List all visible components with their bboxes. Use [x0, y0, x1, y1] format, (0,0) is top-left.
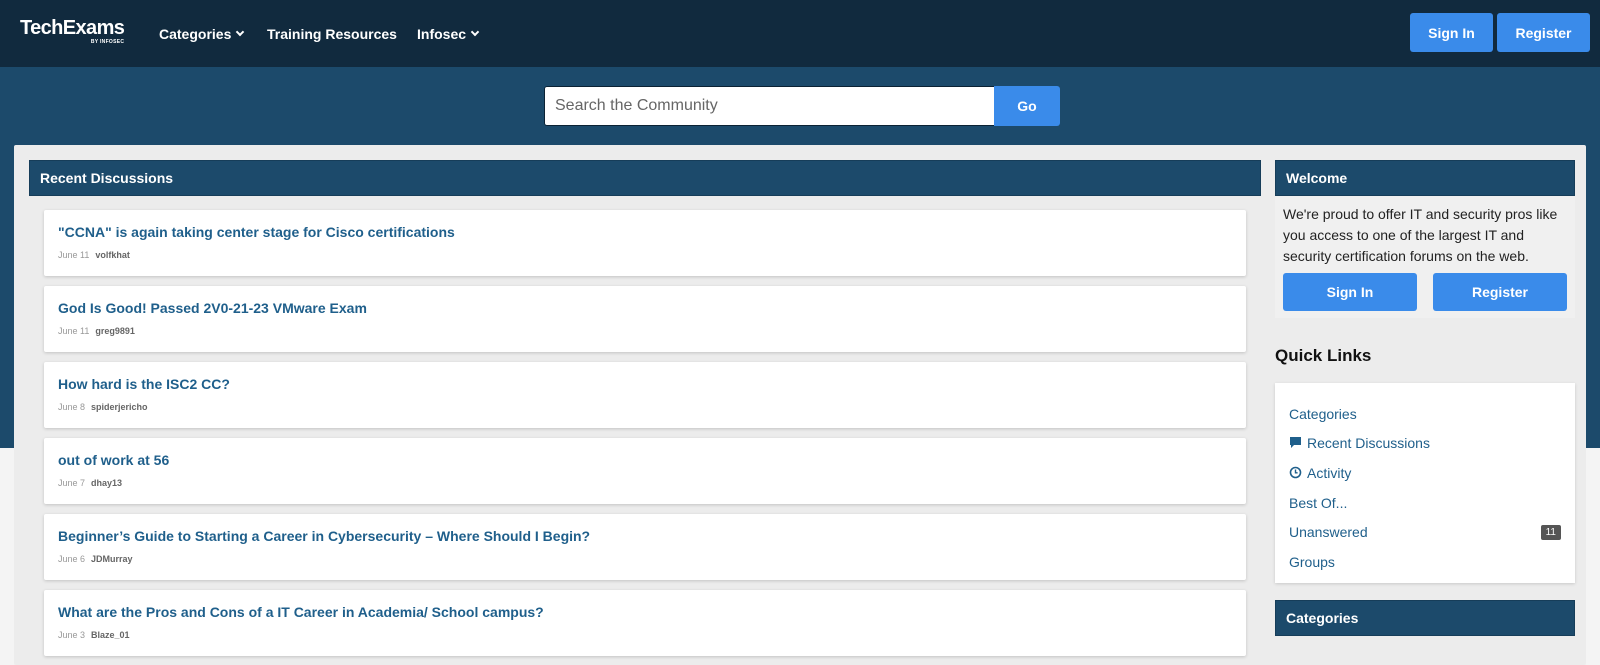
discussion-item[interactable]: What are the Pros and Cons of a IT Caree…: [44, 590, 1246, 656]
sign-in-button[interactable]: Sign In: [1410, 13, 1493, 52]
quick-links-title: Quick Links: [1275, 346, 1372, 365]
discussion-title-link[interactable]: out of work at 56: [58, 452, 169, 468]
logo-text: TechExams: [20, 17, 125, 39]
discussion-item[interactable]: God Is Good! Passed 2V0-21-23 VMware Exa…: [44, 286, 1246, 352]
clock-icon: [1289, 466, 1303, 480]
welcome-panel: Welcome We're proud to offer IT and secu…: [1275, 160, 1575, 318]
search-bar: Go: [544, 86, 1060, 126]
quick-link-recent-discussions[interactable]: Recent Discussions: [1275, 429, 1575, 459]
quick-links-panel: Categories Recent Discussions Activity B…: [1275, 383, 1575, 583]
discussion-author[interactable]: dhay13: [91, 478, 122, 488]
discussion-title-link[interactable]: God Is Good! Passed 2V0-21-23 VMware Exa…: [58, 300, 367, 316]
discussion-date: June 11: [58, 250, 90, 260]
discussion-author[interactable]: volfkhat: [95, 250, 130, 260]
welcome-buttons: Sign In Register: [1283, 273, 1567, 311]
chevron-down-icon: [470, 27, 480, 36]
discussion-meta: June 6 JDMurray: [58, 554, 133, 564]
discussion-author[interactable]: JDMurray: [91, 554, 133, 564]
welcome-header: Welcome: [1275, 160, 1575, 196]
quick-link-unanswered[interactable]: Unanswered 11: [1275, 517, 1575, 547]
quick-link-activity[interactable]: Activity: [1275, 458, 1575, 488]
discussion-date: June 7: [58, 478, 86, 488]
categories-header: Categories: [1275, 600, 1575, 636]
discussion-author[interactable]: spiderjericho: [91, 402, 148, 412]
techexams-logo[interactable]: TechExams BY INFOSEC: [20, 17, 125, 45]
discussion-date: June 11: [58, 326, 90, 336]
discussion-date: June 8: [58, 402, 86, 412]
categories-panel: Categories: [1275, 600, 1575, 660]
welcome-body: We're proud to offer IT and security pro…: [1275, 196, 1575, 318]
recent-discussions-panel: Recent Discussions "CCNA" is again takin…: [29, 160, 1261, 660]
logo-subtext: BY INFOSEC: [90, 39, 125, 45]
recent-discussions-header: Recent Discussions: [29, 160, 1261, 196]
discussion-item[interactable]: out of work at 56 June 7 dhay13: [44, 438, 1246, 504]
discussion-title-link[interactable]: Beginner’s Guide to Starting a Career in…: [58, 528, 590, 544]
discussion-meta: June 7 dhay13: [58, 478, 122, 488]
welcome-register-button[interactable]: Register: [1433, 273, 1567, 311]
quick-link-label: Groups: [1289, 553, 1335, 570]
discussion-title-link[interactable]: What are the Pros and Cons of a IT Caree…: [58, 604, 544, 620]
discussion-title-link[interactable]: How hard is the ISC2 CC?: [58, 376, 230, 392]
quick-link-categories[interactable]: Categories: [1275, 399, 1575, 429]
top-navbar: TechExams BY INFOSEC Categories Training…: [0, 0, 1600, 67]
discussion-date: June 3: [58, 630, 86, 640]
quick-link-label: Categories: [1289, 405, 1357, 422]
comment-icon: [1289, 436, 1303, 450]
discussion-date: June 6: [58, 554, 86, 564]
welcome-sign-in-button[interactable]: Sign In: [1283, 273, 1417, 311]
discussion-meta: June 11 greg9891: [58, 326, 135, 336]
discussion-meta: June 8 spiderjericho: [58, 402, 148, 412]
unanswered-count-badge: 11: [1540, 524, 1561, 540]
quick-link-best-of[interactable]: Best Of...: [1275, 488, 1575, 518]
quick-link-groups[interactable]: Groups: [1275, 547, 1575, 577]
quick-link-label: Unanswered: [1289, 524, 1368, 541]
discussion-item[interactable]: "CCNA" is again taking center stage for …: [44, 210, 1246, 276]
quick-link-label: Activity: [1307, 464, 1352, 481]
discussion-author[interactable]: Blaze_01: [91, 630, 130, 640]
discussion-meta: June 11 volfkhat: [58, 250, 130, 260]
search-go-button[interactable]: Go: [994, 86, 1060, 126]
nav-categories-label: Categories: [159, 25, 232, 42]
nav-infosec[interactable]: Infosec: [417, 0, 480, 67]
discussion-author[interactable]: greg9891: [95, 326, 135, 336]
discussion-meta: June 3 Blaze_01: [58, 630, 130, 640]
chevron-down-icon: [236, 27, 245, 36]
nav-categories[interactable]: Categories: [159, 0, 245, 67]
nav-training-label: Training Resources: [267, 25, 397, 42]
search-input[interactable]: [544, 86, 994, 126]
quick-link-label: Best Of...: [1289, 494, 1348, 511]
nav-training-resources[interactable]: Training Resources: [267, 0, 397, 67]
discussion-item[interactable]: How hard is the ISC2 CC? June 8 spiderjer…: [44, 362, 1246, 428]
register-button[interactable]: Register: [1497, 13, 1590, 52]
discussion-item[interactable]: Beginner’s Guide to Starting a Career in…: [44, 514, 1246, 580]
discussion-title-link[interactable]: "CCNA" is again taking center stage for …: [58, 224, 455, 240]
quick-link-label: Recent Discussions: [1307, 435, 1430, 452]
welcome-text: We're proud to offer IT and security pro…: [1283, 206, 1558, 264]
nav-infosec-label: Infosec: [417, 25, 467, 42]
